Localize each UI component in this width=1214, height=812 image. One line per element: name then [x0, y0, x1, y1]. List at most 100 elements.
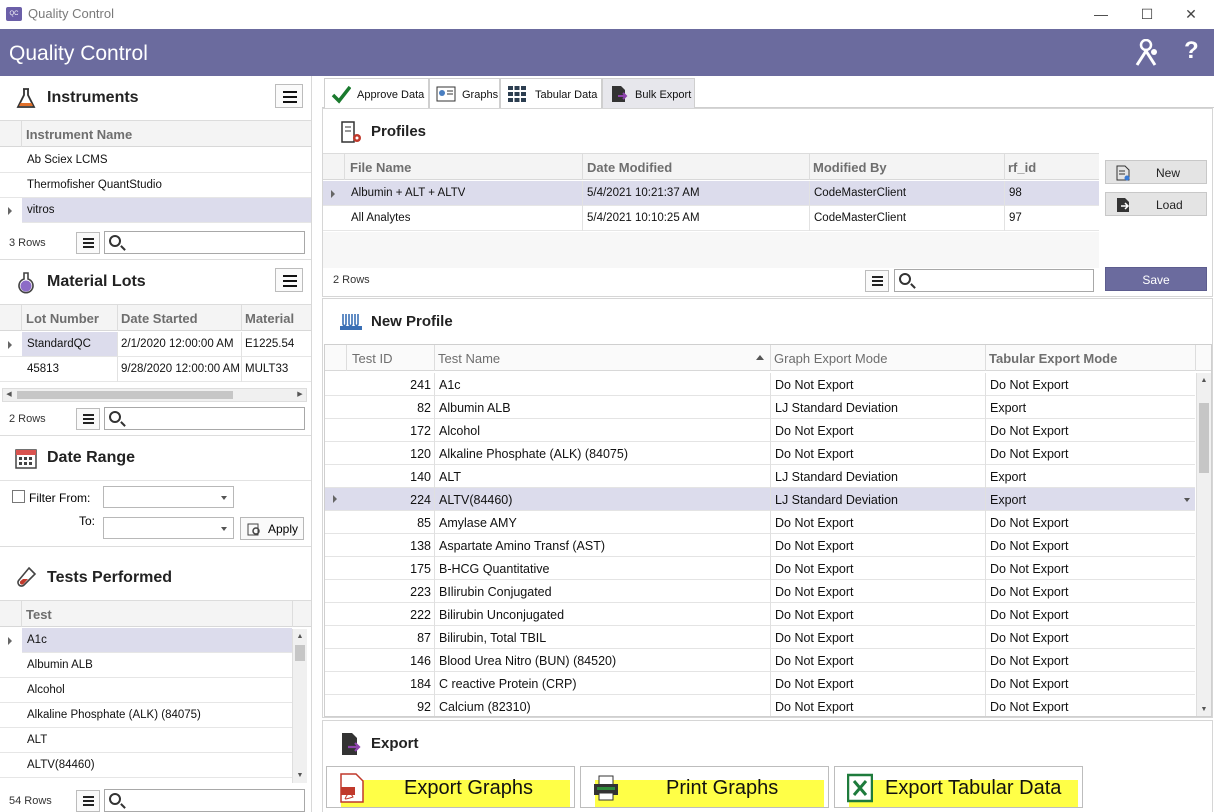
table-cell[interactable]: Do Not Export	[990, 516, 1190, 530]
load-profile-button[interactable]: Load	[1105, 192, 1207, 216]
column-header[interactable]: File Name	[350, 160, 411, 175]
tab-tabular-data[interactable]: Tabular Data	[500, 78, 602, 108]
tab-graphs[interactable]: Graphs	[429, 78, 500, 108]
table-cell[interactable]: Do Not Export	[775, 447, 983, 461]
tab-bulk-export[interactable]: Bulk Export	[602, 78, 695, 108]
instruments-menu-button[interactable]	[275, 84, 303, 108]
table-row-selected[interactable]: Albumin + ALT + ALTV 5/4/2021 10:21:37 A…	[323, 181, 1099, 206]
table-cell[interactable]: Do Not Export	[990, 424, 1190, 438]
table-cell[interactable]: Do Not Export	[990, 562, 1190, 576]
close-button[interactable]: ✕	[1168, 0, 1214, 29]
column-header[interactable]: Modified By	[813, 160, 887, 175]
table-cell[interactable]: Do Not Export	[990, 631, 1190, 645]
apply-button[interactable]: Apply	[240, 517, 304, 540]
table-row[interactable]: 184 C reactive Protein (CRP) Do Not Export…	[325, 672, 1195, 695]
grid-menu-button[interactable]	[865, 270, 889, 292]
vertical-scrollbar[interactable]: ▲ ▼	[1196, 373, 1211, 716]
search-input[interactable]	[104, 407, 305, 430]
table-cell[interactable]: Do Not Export	[775, 585, 983, 599]
save-profile-button[interactable]: Save	[1105, 267, 1207, 291]
table-row-selected[interactable]: vitros	[22, 198, 311, 223]
table-cell[interactable]: LJ Standard Deviation	[775, 401, 983, 415]
table-row[interactable]: 45813 9/28/2020 12:00:00 AM MULT33	[0, 357, 311, 382]
table-cell[interactable]: Do Not Export	[775, 677, 983, 691]
table-row[interactable]: 82 Albumin ALB LJ Standard Deviation Export	[325, 396, 1195, 419]
table-row[interactable]: Alcohol	[0, 678, 292, 703]
table-cell[interactable]: Do Not Export	[990, 677, 1190, 691]
table-cell[interactable]: Do Not Export	[990, 700, 1190, 714]
grid-menu-button[interactable]	[76, 790, 100, 812]
table-cell[interactable]: Do Not Export	[775, 654, 983, 668]
to-date-picker[interactable]	[103, 517, 234, 539]
table-row[interactable]: 87 Bilirubin, Total TBIL Do Not Export Do N…	[325, 626, 1195, 649]
table-row-selected[interactable]: 224 ALTV(84460) LJ Standard Deviation Expor…	[325, 488, 1195, 511]
table-cell[interactable]: Do Not Export	[775, 424, 983, 438]
column-header[interactable]: Graph Export Mode	[774, 351, 887, 366]
table-row[interactable]: Thermofisher QuantStudio	[0, 173, 311, 198]
from-date-picker[interactable]	[103, 486, 234, 508]
vertical-scrollbar[interactable]: ▲ ▼	[292, 629, 307, 783]
table-row[interactable]: ALT	[0, 728, 292, 753]
table-row[interactable]: 175 B-HCG Quantitative Do Not Export Do Not…	[325, 557, 1195, 580]
table-row[interactable]: 241 A1c Do Not Export Do Not Export	[325, 373, 1195, 396]
table-row[interactable]: 222 Bilirubin Unconjugated Do Not Export Do…	[325, 603, 1195, 626]
horizontal-scrollbar[interactable]: ◀ ▶	[2, 388, 307, 402]
grid-menu-button[interactable]	[76, 408, 100, 430]
table-cell[interactable]: Do Not Export	[775, 608, 983, 622]
scroll-up-icon[interactable]: ▲	[293, 629, 307, 644]
table-row[interactable]: 85 Amylase AMY Do Not Export Do Not Export	[325, 511, 1195, 534]
column-header[interactable]: Test ID	[352, 351, 392, 366]
material-lots-menu-button[interactable]	[275, 268, 303, 292]
table-cell[interactable]: Do Not Export	[775, 562, 983, 576]
table-cell[interactable]: Do Not Export	[775, 516, 983, 530]
column-header[interactable]: Test Name	[438, 351, 500, 366]
table-cell[interactable]: LJ Standard Deviation	[775, 470, 983, 484]
table-row[interactable]: 138 Aspartate Amino Transf (AST) Do Not Ex…	[325, 534, 1195, 557]
column-header[interactable]: Instrument Name	[26, 127, 132, 142]
minimize-button[interactable]: —	[1078, 0, 1124, 29]
column-header[interactable]: Test	[26, 607, 52, 622]
scroll-down-icon[interactable]: ▼	[1197, 702, 1211, 716]
table-cell[interactable]: Do Not Export	[990, 447, 1190, 461]
table-cell[interactable]: Do Not Export	[990, 654, 1190, 668]
table-cell[interactable]: Export	[990, 493, 1190, 507]
table-row-selected[interactable]: StandardQC 2/1/2020 12:00:00 AM E1225.54	[0, 332, 311, 357]
scroll-up-icon[interactable]: ▲	[1197, 373, 1211, 388]
table-row[interactable]: ALTV(84460)	[0, 753, 292, 778]
search-input[interactable]	[104, 231, 305, 254]
column-header[interactable]: Date Modified	[587, 160, 672, 175]
table-row[interactable]: 120 Alkaline Phosphate (ALK) (84075) Do No…	[325, 442, 1195, 465]
search-input[interactable]	[894, 269, 1094, 292]
export-tabular-data-button[interactable]: Export Tabular Data	[834, 766, 1083, 808]
chevron-down-icon[interactable]	[1184, 498, 1190, 502]
grid-menu-button[interactable]	[76, 232, 100, 254]
column-header[interactable]: Lot Number	[26, 311, 99, 326]
table-cell[interactable]: Do Not Export	[990, 539, 1190, 553]
help-icon[interactable]: ?	[1184, 37, 1199, 65]
search-input[interactable]	[104, 789, 305, 812]
table-cell[interactable]: Do Not Export	[990, 608, 1190, 622]
column-header[interactable]: Date Started	[121, 311, 198, 326]
table-row[interactable]: All Analytes 5/4/2021 10:10:25 AM CodeMa…	[323, 206, 1099, 231]
new-profile-button[interactable]: New	[1105, 160, 1207, 184]
table-row[interactable]: 92 Calcium (82310) Do Not Export Do Not Exp…	[325, 695, 1195, 716]
table-cell[interactable]: Do Not Export	[775, 378, 983, 392]
column-header[interactable]: rf_id	[1008, 160, 1036, 175]
column-header[interactable]: Tabular Export Mode	[989, 351, 1117, 366]
table-row[interactable]: Albumin ALB	[0, 653, 292, 678]
filter-from-checkbox[interactable]	[12, 490, 25, 503]
table-cell[interactable]: Do Not Export	[990, 585, 1190, 599]
column-header[interactable]: Material	[245, 311, 294, 326]
table-cell[interactable]: Do Not Export	[775, 700, 983, 714]
table-cell[interactable]: Export	[990, 470, 1190, 484]
tab-approve-data[interactable]: Approve Data	[324, 78, 429, 108]
maximize-button[interactable]: ☐	[1124, 0, 1170, 29]
table-row[interactable]: 172 Alcohol Do Not Export Do Not Export	[325, 419, 1195, 442]
table-row[interactable]: Ab Sciex LCMS	[0, 148, 311, 173]
table-cell[interactable]: Do Not Export	[990, 378, 1190, 392]
table-cell[interactable]: Export	[990, 401, 1190, 415]
table-row[interactable]: 146 Blood Urea Nitro (BUN) (84520) Do Not …	[325, 649, 1195, 672]
table-row[interactable]: Alkaline Phosphate (ALK) (84075)	[0, 703, 292, 728]
table-cell[interactable]: Do Not Export	[775, 539, 983, 553]
export-graphs-button[interactable]: Export Graphs	[326, 766, 575, 808]
